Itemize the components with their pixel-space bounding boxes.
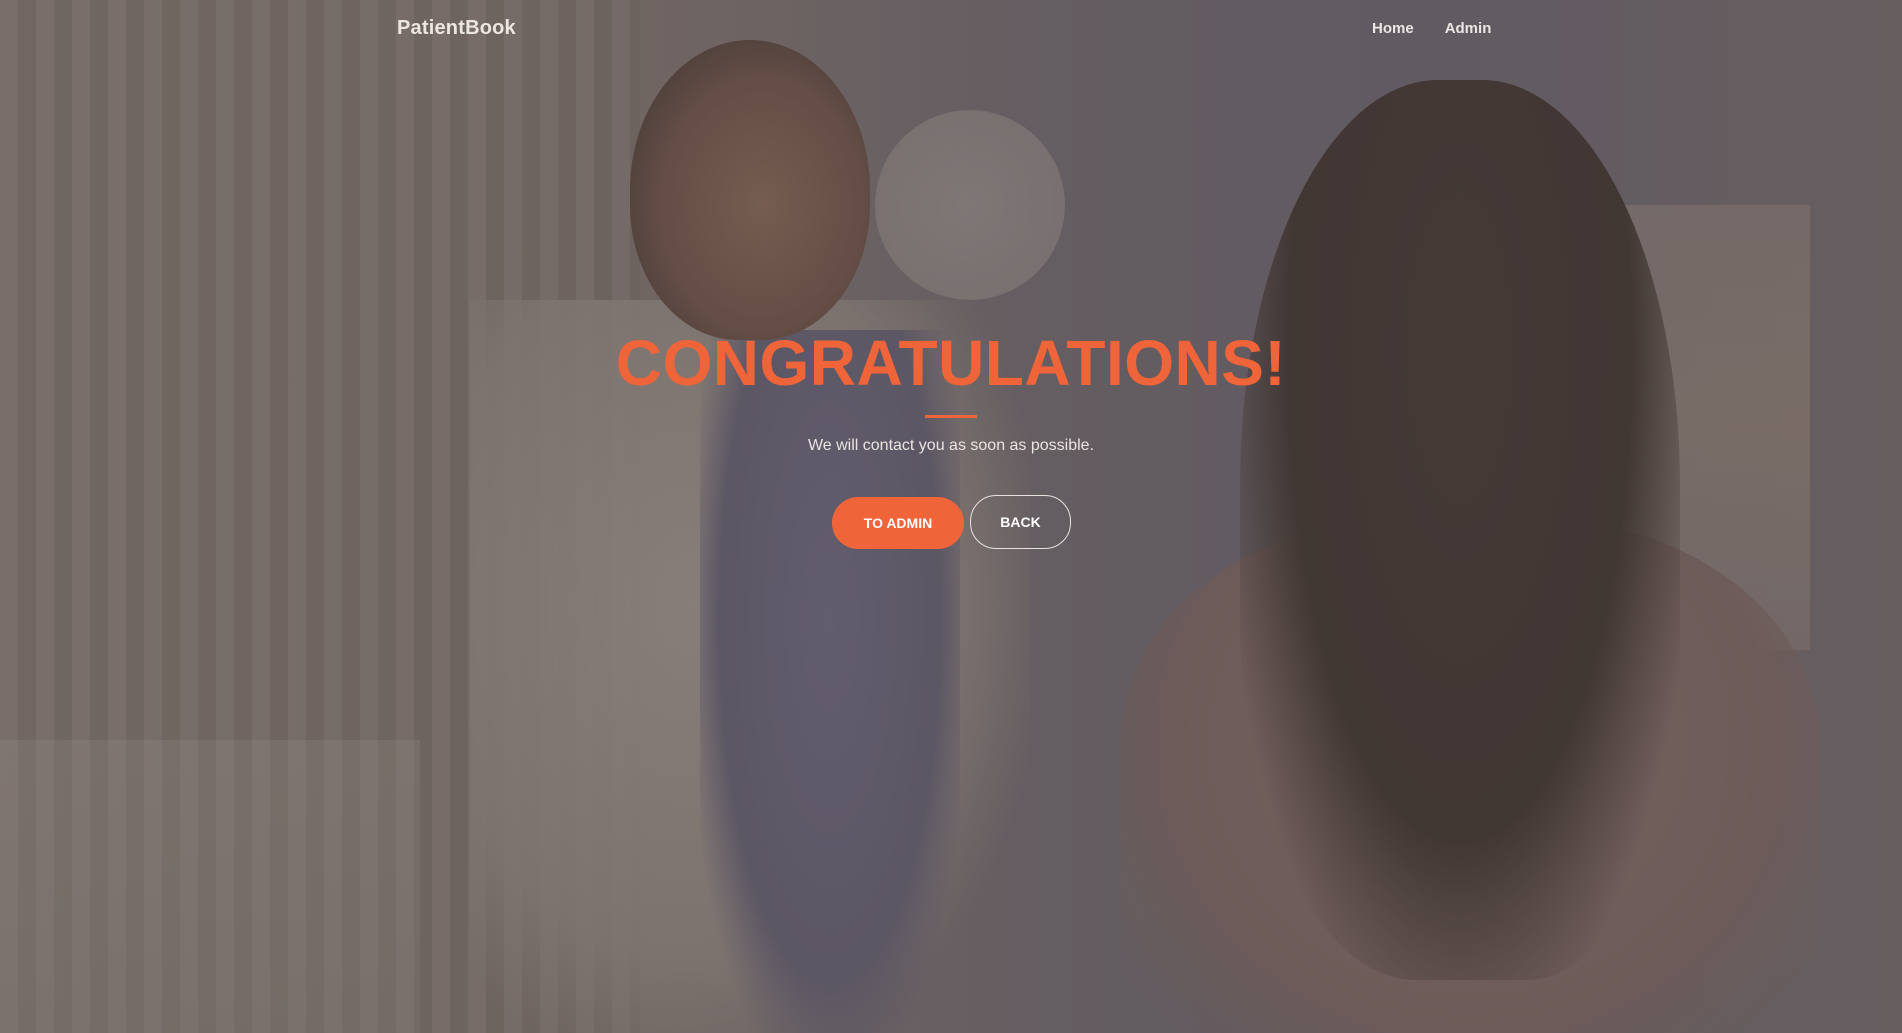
page-title: CONGRATULATIONS! (615, 327, 1287, 399)
hero-content: CONGRATULATIONS! We will contact you as … (0, 0, 1902, 1033)
back-button[interactable]: BACK (970, 495, 1071, 549)
hero-section: PatientBook Home Admin CONGRATULATIONS! … (0, 0, 1902, 1033)
subtitle: We will contact you as soon as possible. (807, 437, 1095, 454)
title-divider (925, 415, 977, 418)
to-admin-button[interactable]: TO ADMIN (832, 497, 964, 549)
